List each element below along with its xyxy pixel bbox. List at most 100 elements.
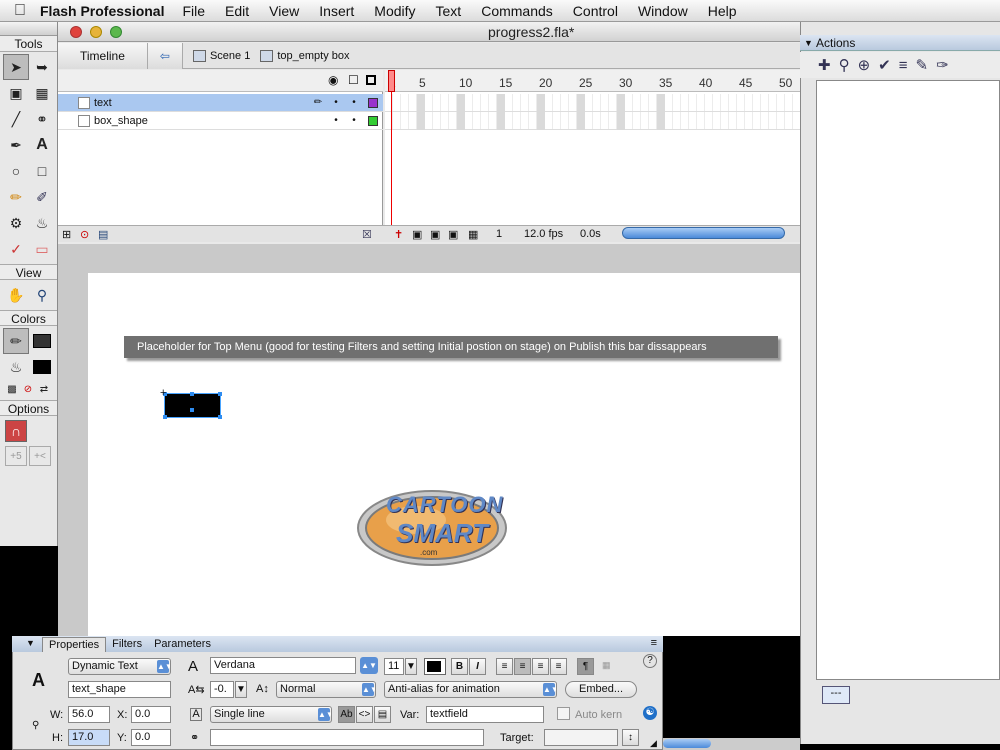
selection-tool-icon[interactable]: ➤ (3, 54, 29, 80)
panel-menu-icon[interactable]: ≡ (651, 637, 657, 649)
resize-handle[interactable] (190, 392, 194, 396)
add-guide-layer-icon[interactable]: ⊙ (80, 228, 89, 241)
align-left-icon[interactable]: ≡ (496, 658, 513, 675)
frame-ruler[interactable]: 1 5 10 15 20 25 30 35 40 45 50 (385, 70, 800, 92)
paragraph-format-icon[interactable]: ¶ (577, 658, 594, 675)
actions-script-tab[interactable]: --- (822, 686, 850, 704)
scene-breadcrumb[interactable]: Scene 1 (192, 49, 250, 62)
show-border-icon[interactable]: ▤ (374, 706, 391, 723)
italic-button[interactable]: I (469, 658, 486, 675)
apple-menu-icon[interactable]:  (0, 2, 40, 20)
auto-kern-checkbox[interactable] (557, 707, 570, 720)
align-center-icon[interactable]: ≡ (514, 658, 531, 675)
close-window-button[interactable] (70, 26, 82, 38)
eye-icon[interactable]: ◉ (328, 73, 338, 87)
antialias-select[interactable]: Anti-alias for animation▲▼ (384, 681, 557, 698)
menu-edit[interactable]: Edit (225, 3, 249, 19)
menu-text[interactable]: Text (436, 3, 462, 19)
letter-spacing-input[interactable]: -0. (210, 681, 234, 698)
tab-properties[interactable]: Properties (42, 637, 107, 652)
visible-dot-icon[interactable]: • (327, 115, 345, 126)
selectable-icon[interactable]: Ab (338, 706, 355, 723)
playhead[interactable] (388, 70, 395, 225)
stroke-color-icon[interactable]: ✏ (3, 328, 29, 354)
target-dropdown-icon[interactable]: ↕ (622, 729, 639, 746)
font-input[interactable]: Verdana (210, 657, 356, 674)
lock-icon[interactable]: ☐ (348, 73, 359, 87)
add-statement-icon[interactable]: ✚ (818, 56, 831, 74)
text-color-swatch[interactable] (424, 658, 446, 675)
outline-icon[interactable] (366, 75, 376, 85)
back-arrow-icon[interactable]: ⇦ (147, 42, 183, 69)
menu-control[interactable]: Control (573, 3, 618, 19)
layer-row-box-shape[interactable]: box_shape • • (58, 112, 383, 130)
frame-rate[interactable]: 12.0 fps (524, 228, 563, 240)
black-white-icon[interactable]: ▩ (5, 382, 19, 396)
layer-row-text[interactable]: text ✏ • • (58, 94, 383, 112)
add-layer-icon[interactable]: ⊞ (62, 228, 71, 241)
var-input[interactable]: textfield (426, 706, 544, 723)
hand-tool-icon[interactable]: ✋ (3, 282, 29, 308)
x-input[interactable]: 0.0 (131, 706, 171, 723)
delete-layer-icon[interactable]: ☒ (362, 228, 372, 241)
top-menu-placeholder[interactable]: Placeholder for Top Menu (good for testi… (124, 336, 778, 358)
rectangle-tool-icon[interactable]: □ (29, 158, 55, 184)
smooth-icon[interactable]: +5 (5, 446, 27, 466)
help-icon[interactable]: ? (643, 654, 657, 668)
menu-modify[interactable]: Modify (374, 3, 415, 19)
font-dropdown-icon[interactable]: ▲▼ (360, 657, 378, 674)
onion-outline-icon[interactable]: ▣ (430, 228, 440, 241)
free-transform-tool-icon[interactable]: ▣ (3, 80, 29, 106)
resize-handle[interactable] (218, 415, 222, 419)
fill-color-swatch[interactable] (29, 354, 55, 380)
zoom-tool-icon[interactable]: ⚲ (29, 282, 55, 308)
swap-colors-icon[interactable]: ⇄ (37, 382, 51, 396)
bold-button[interactable]: B (451, 658, 468, 675)
tab-parameters[interactable]: Parameters (148, 637, 217, 652)
gradient-transform-tool-icon[interactable]: ▦ (29, 80, 55, 106)
fill-color-icon[interactable]: ♨ (3, 354, 29, 380)
text-tool-icon[interactable]: A (29, 132, 55, 158)
center-frame-icon[interactable]: ✝ (394, 228, 403, 241)
straighten-icon[interactable]: +< (29, 446, 51, 466)
instance-name-input[interactable]: text_shape (68, 681, 171, 698)
menu-file[interactable]: File (182, 3, 205, 19)
actions-panel-title[interactable]: ▼ Actions (800, 35, 1000, 51)
selected-text-field[interactable] (164, 393, 221, 418)
url-input[interactable] (210, 729, 484, 746)
tools-panel-header[interactable] (0, 22, 57, 36)
oval-tool-icon[interactable]: ○ (3, 158, 29, 184)
embed-button[interactable]: Embed... (565, 681, 637, 698)
zoom-window-button[interactable] (110, 26, 122, 38)
minimize-window-button[interactable] (90, 26, 102, 38)
resize-handle[interactable] (190, 408, 194, 412)
baseline-select[interactable]: Normal▲▼ (276, 681, 376, 698)
menu-help[interactable]: Help (708, 3, 737, 19)
timeline-toggle-button[interactable]: Timeline (58, 42, 148, 69)
symbol-breadcrumb[interactable]: top_empty box (260, 49, 350, 62)
panel-resize-icon[interactable]: ◢ (650, 738, 657, 749)
line-type-select[interactable]: Single line▲▼ (210, 706, 332, 723)
auto-format-icon[interactable]: ≡ (899, 57, 908, 74)
y-input[interactable]: 0.0 (131, 729, 171, 746)
eyedropper-tool-icon[interactable]: ✓ (3, 236, 29, 262)
no-color-icon[interactable]: ⊘ (21, 382, 35, 396)
font-size-input[interactable]: 11 (384, 658, 404, 675)
tab-filters[interactable]: Filters (106, 637, 148, 652)
orientation-icon[interactable]: ▦ (602, 660, 611, 671)
cartoon-smart-logo[interactable]: CARTOON SMART .com (356, 484, 508, 568)
check-syntax-icon[interactable]: ✔ (878, 56, 891, 74)
pen-tool-icon[interactable]: ✒ (3, 132, 29, 158)
code-hint-icon[interactable]: ✎ (916, 56, 929, 74)
text-type-select[interactable]: Dynamic Text▲▼ (68, 658, 171, 675)
debug-options-icon[interactable]: ✑ (936, 56, 949, 74)
resize-handle[interactable] (218, 392, 222, 396)
visible-dot-icon[interactable]: • (327, 97, 345, 108)
app-menu[interactable]: Flash Professional (40, 3, 164, 19)
layer-color-swatch[interactable] (368, 97, 378, 108)
width-input[interactable]: 56.0 (68, 706, 110, 723)
ink-bottle-tool-icon[interactable]: ⚙ (3, 210, 29, 236)
menu-commands[interactable]: Commands (481, 3, 553, 19)
actions-script-editor[interactable] (816, 80, 1000, 680)
snap-magnet-icon[interactable]: ∩ (5, 420, 27, 442)
